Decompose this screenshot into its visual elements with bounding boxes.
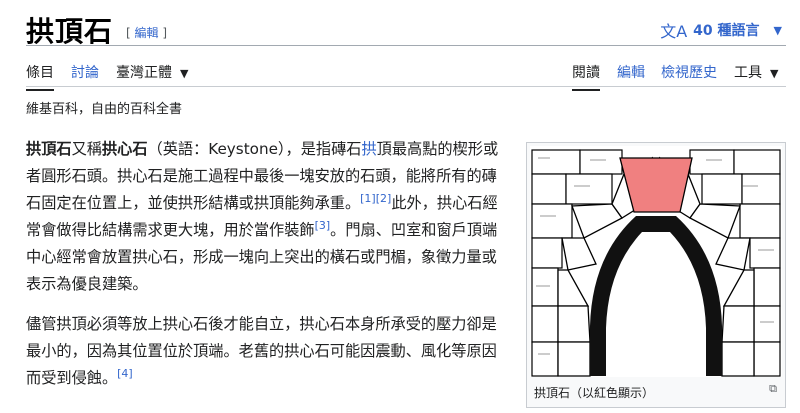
ref-1[interactable]: [1] bbox=[360, 192, 376, 205]
title-bar: 拱頂石 [ 編輯 ] 文A 40 種語言 ▼ bbox=[26, 8, 786, 48]
language-button[interactable]: 文A 40 種語言 ▼ bbox=[660, 18, 782, 42]
tabs-divider bbox=[26, 86, 786, 87]
text-run: 又稱 bbox=[71, 140, 102, 158]
paragraph-intro: 拱頂石又稱拱心石（英語：Keystone），是指磚石拱頂最高點的楔形或者圓形石頭… bbox=[26, 136, 500, 298]
paragraph-second: 儘管拱頂必須等放上拱心石後才能自立，拱心石本身所承受的壓力卻是最小的，因為其位置… bbox=[26, 311, 500, 392]
chevron-down-icon: ▼ bbox=[770, 67, 779, 80]
bracket-close: ] bbox=[162, 26, 168, 40]
text-run: （英語：Keystone），是指磚石 bbox=[147, 140, 362, 158]
tab-talk[interactable]: 討論 bbox=[71, 62, 99, 82]
tab-article[interactable]: 條目 bbox=[26, 62, 54, 91]
bold-term-keystone: 拱頂石 bbox=[26, 140, 72, 158]
figure-caption: 拱頂石（以紅色顯示） bbox=[534, 386, 655, 400]
title-edit-link[interactable]: 編輯 bbox=[135, 26, 159, 40]
tools-label: 工具 bbox=[734, 65, 762, 81]
translate-icon: 文A bbox=[660, 22, 688, 41]
tab-read[interactable]: 閱讀 bbox=[572, 62, 600, 91]
article-content: 拱頂石又稱拱心石（英語：Keystone），是指磚石拱頂最高點的楔形或者圓形石頭… bbox=[26, 136, 500, 405]
bracket-open: [ bbox=[126, 26, 131, 40]
ref-3[interactable]: [3] bbox=[315, 219, 331, 232]
page-tabs: 條目 討論 臺灣正體 ▼ 閱讀 編輯 檢視歷史 工具 ▼ bbox=[26, 56, 786, 91]
infobox-figure: 拱頂石（以紅色顯示） ⧉ bbox=[526, 142, 786, 408]
variant-label: 臺灣正體 bbox=[116, 65, 172, 81]
enlarge-icon[interactable]: ⧉ bbox=[769, 382, 777, 396]
tab-history[interactable]: 檢視歷史 bbox=[661, 62, 717, 82]
site-tagline: 維基百科，自由的百科全書 bbox=[26, 102, 183, 117]
title-edit-section: [ 編輯 ] bbox=[126, 24, 167, 41]
title-divider bbox=[26, 45, 786, 46]
language-button-label: 40 種語言 bbox=[693, 23, 760, 39]
keystone-arch-image[interactable] bbox=[530, 146, 782, 377]
tab-variant[interactable]: 臺灣正體 ▼ bbox=[116, 62, 188, 82]
chevron-down-icon: ▼ bbox=[180, 67, 189, 80]
link-arch[interactable]: 拱 bbox=[361, 140, 376, 158]
ref-2[interactable]: [2] bbox=[376, 192, 392, 205]
bold-term-alt: 拱心石 bbox=[101, 140, 148, 158]
chevron-down-icon: ▼ bbox=[773, 23, 782, 37]
text-run: 儘管拱頂必須等放上拱心石後才能自立，拱心石本身所承受的壓力卻是最小的，因為其位置… bbox=[26, 315, 497, 387]
tab-edit[interactable]: 編輯 bbox=[617, 62, 645, 82]
tab-tools[interactable]: 工具 ▼ bbox=[734, 62, 778, 82]
page-title: 拱頂石 bbox=[26, 15, 114, 48]
ref-4[interactable]: [4] bbox=[117, 367, 133, 380]
